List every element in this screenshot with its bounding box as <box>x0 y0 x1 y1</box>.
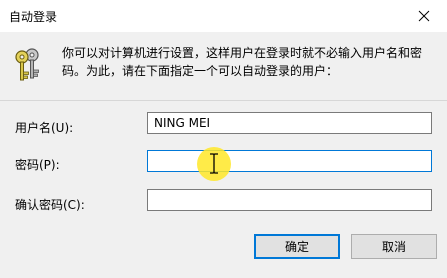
password-label: 密码(P): <box>15 158 60 172</box>
text-cursor-icon <box>210 153 218 174</box>
confirm-password-field[interactable] <box>147 189 432 211</box>
title-bar: 自动登录 <box>0 0 447 32</box>
window-title: 自动登录 <box>9 10 58 24</box>
cancel-button[interactable]: 取消 <box>351 234 437 259</box>
username-label: 用户名(U): <box>15 121 74 135</box>
close-icon <box>418 10 430 21</box>
close-button[interactable] <box>401 0 447 31</box>
divider <box>0 100 447 101</box>
auto-login-dialog: 自动登录 你可以对计算机进行设置，这样用户在登录时就不必输入用户名和密码。为此，… <box>0 0 447 278</box>
password-field[interactable] <box>147 150 432 172</box>
ok-button[interactable]: 确定 <box>254 234 340 259</box>
keys-icon <box>15 48 39 81</box>
description-text: 你可以对计算机进行设置，这样用户在登录时就不必输入用户名和密码。为此，请在下面指… <box>62 46 423 78</box>
username-field[interactable] <box>147 112 432 134</box>
confirm-password-label: 确认密码(C): <box>15 198 85 212</box>
